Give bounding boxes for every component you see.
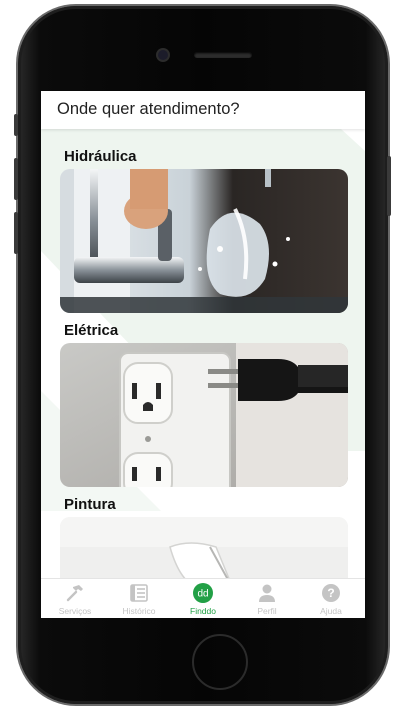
power-button [387, 156, 391, 216]
svg-text:dd: dd [197, 589, 208, 600]
section-title-pintura: Pintura [64, 496, 116, 513]
section-title-eletrica: Elétrica [64, 322, 119, 339]
section-title-hidraulica: Hidráulica [64, 148, 137, 165]
home-button[interactable] [192, 634, 248, 690]
outlet-image [60, 343, 348, 487]
tab-servicos[interactable]: Serviços [43, 579, 107, 618]
tab-label-finddo: Finddo [190, 606, 216, 616]
list-icon [130, 584, 148, 602]
header: Onde quer atendimento? [41, 91, 365, 129]
tab-label-historico: Histórico [122, 606, 156, 616]
person-icon [259, 584, 275, 602]
earpiece-speaker [194, 52, 252, 58]
bottom-tab-bar: Serviços Histórico dd Finddo Perfil ? Aj… [41, 578, 365, 618]
tab-finddo[interactable]: dd Finddo [171, 579, 235, 618]
front-camera [158, 50, 168, 60]
help-icon: ? [322, 584, 340, 602]
svg-text:?: ? [327, 586, 334, 600]
page-title: Onde quer atendimento? [57, 100, 240, 118]
service-card-eletrica[interactable] [60, 343, 348, 487]
app-screen: Onde quer atendimento? Hidráulica Elétri… [41, 91, 365, 618]
service-card-hidraulica[interactable] [60, 169, 348, 313]
mute-switch [14, 114, 18, 136]
hammer-icon [66, 585, 83, 602]
tab-ajuda[interactable]: ? Ajuda [299, 579, 363, 618]
volume-up-button [14, 158, 18, 200]
tab-label-perfil: Perfil [257, 606, 277, 616]
faucet-image [60, 169, 348, 313]
tab-historico[interactable]: Histórico [107, 579, 171, 618]
tab-perfil[interactable]: Perfil [235, 579, 299, 618]
volume-down-button [14, 212, 18, 254]
tab-label-ajuda: Ajuda [320, 606, 342, 616]
finddo-logo-icon: dd [193, 583, 213, 603]
tab-label-servicos: Serviços [58, 606, 92, 616]
